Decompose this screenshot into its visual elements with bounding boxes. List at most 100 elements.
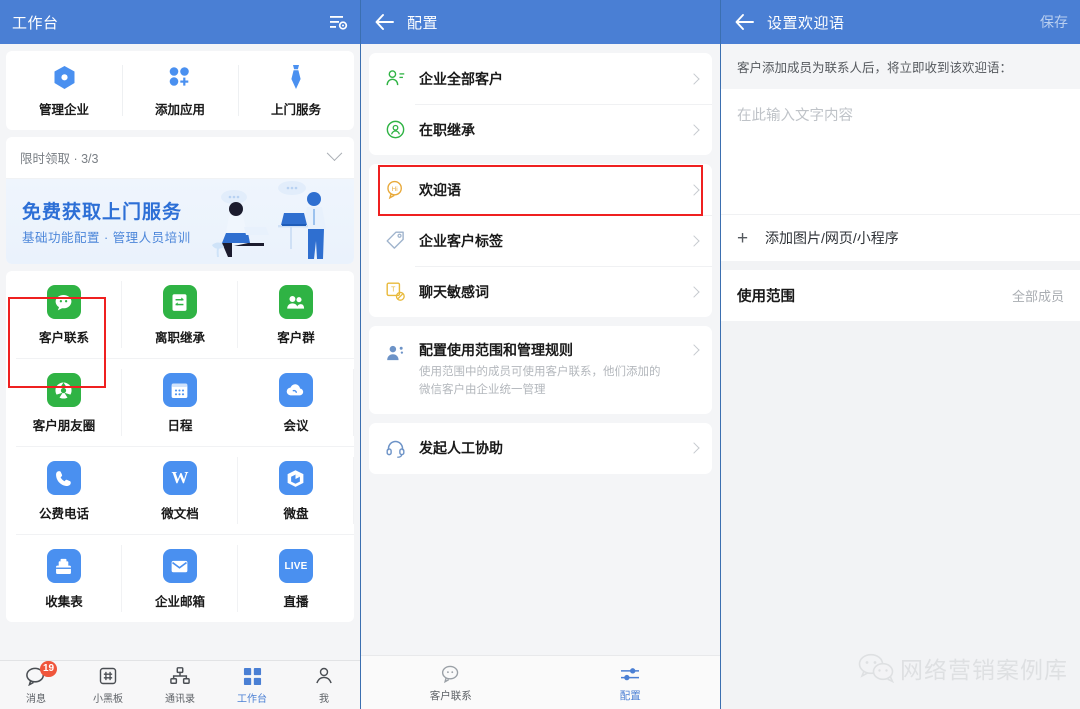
config-group-1: 企业全部客户 在职继承 [369, 53, 712, 155]
quick-action-label: 上门服务 [270, 103, 321, 117]
panel-workbench: 工作台 管理企业 添加应用 上门服务 限时领取 · 3/3 免费获取上门服务 基… [0, 0, 360, 709]
hi-bubble-icon: Hi [383, 178, 407, 202]
limited-offer-row[interactable]: 限时领取 · 3/3 [6, 137, 354, 178]
add-media-button[interactable]: + 添加图片/网页/小程序 [721, 214, 1080, 261]
app-tile-schedule[interactable]: 日程 [122, 359, 238, 446]
chevron-down-icon[interactable] [326, 145, 343, 162]
tab-blackboard[interactable]: 小黑板 [72, 665, 144, 705]
tab-label: 配置 [619, 689, 641, 702]
limited-offer-label: 限时领取 · 3/3 [20, 152, 99, 166]
arrow-left-icon[interactable] [733, 11, 755, 33]
quick-action-manage-company[interactable]: 管理企业 [6, 51, 122, 130]
tab-customer-contact[interactable]: 客户联系 [361, 663, 541, 703]
config-group-4: 发起人工协助 [369, 422, 712, 474]
welcome-message-placeholder: 在此输入文字内容 [737, 108, 853, 124]
blackboard-hash-icon [72, 665, 144, 687]
app-tile-customer-contact[interactable]: 客户联系 [6, 271, 122, 358]
app-tile-resign-inherit[interactable]: 离职继承 [122, 271, 238, 358]
promo-banner-title: 免费获取上门服务 [22, 202, 183, 223]
phone-icon [46, 461, 81, 495]
app-tile-label: 收集表 [45, 595, 83, 609]
app-tile-corporate-mail[interactable]: 企业邮箱 [122, 535, 238, 622]
save-button[interactable]: 保存 [1040, 12, 1068, 32]
config-row-scope-rules[interactable]: 配置使用范围和管理规则 使用范围中的成员可使用客户联系，他们添加的微信客户由企业… [369, 326, 712, 414]
usage-scope-row[interactable]: 使用范围 全部成员 [721, 270, 1080, 321]
config-row-all-customers[interactable]: 企业全部客户 [369, 53, 712, 104]
promo-banner[interactable]: 免费获取上门服务 基础功能配置 · 管理人员培训 [6, 178, 354, 264]
apps-grid: 客户联系 离职继承 客户群 客户朋友圈 日程 会议 公费电话 W 微文档 微盘 … [6, 271, 354, 622]
page-title: 工作台 [12, 14, 59, 32]
add-app-dots-icon [122, 64, 238, 90]
tab-contacts[interactable]: 通讯录 [144, 665, 216, 705]
svg-text:T: T [391, 287, 396, 294]
app-tile-label: 企业邮箱 [154, 595, 205, 609]
config-row-label: 在职继承 [419, 121, 475, 138]
app-tile-meeting[interactable]: 会议 [238, 359, 354, 446]
app-tile-public-phone[interactable]: 公费电话 [6, 447, 122, 534]
quick-action-label: 管理企业 [38, 103, 89, 117]
config-row-inherit-active[interactable]: 在职继承 [369, 104, 712, 155]
promo-banner-subtitle: 基础功能配置 · 管理人员培训 [22, 231, 191, 245]
promo-illustration [212, 181, 326, 259]
collect-form-icon [46, 549, 81, 583]
grid-squares-icon [216, 665, 288, 687]
welcome-appbar: 设置欢迎语 保存 [721, 0, 1080, 44]
quick-action-label: 添加应用 [154, 103, 205, 117]
config-tabbar: 客户联系 配置 [361, 655, 720, 709]
welcome-hint-text: 客户添加成员为联系人后，将立即收到该欢迎语： [721, 44, 1080, 89]
chevron-right-icon [688, 285, 700, 298]
watermark: 网络营销案例库 [856, 651, 1068, 685]
tab-config[interactable]: 配置 [541, 663, 721, 703]
tab-label: 消息 [26, 694, 46, 705]
arrow-left-icon[interactable] [373, 11, 395, 33]
app-tile-customer-moments[interactable]: 客户朋友圈 [6, 359, 122, 446]
app-tile-label: 会议 [283, 419, 309, 433]
app-tile-label: 客户群 [277, 331, 315, 345]
config-row-customer-tags[interactable]: 企业客户标签 [369, 215, 712, 266]
app-tile-label: 日程 [167, 419, 193, 433]
welcome-message-input[interactable]: 在此输入文字内容 [721, 89, 1080, 214]
org-tree-icon [144, 665, 216, 687]
chevron-right-icon [688, 123, 700, 136]
panel-config: 配置 企业全部客户 在职继承 Hi 欢迎语 企业客户标签 T 聊天敏感词 配置使… [360, 0, 720, 709]
camera-shutter-icon [46, 373, 81, 407]
add-media-label: 添加图片/网页/小程序 [765, 230, 899, 246]
hexagon-gear-icon [6, 64, 122, 90]
app-tile-live[interactable]: LIVE 直播 [238, 535, 354, 622]
config-appbar: 配置 [361, 0, 720, 44]
tab-label: 我 [319, 694, 329, 705]
app-tile-label: 直播 [283, 595, 309, 609]
config-group-3: 配置使用范围和管理规则 使用范围中的成员可使用客户联系，他们添加的微信客户由企业… [369, 326, 712, 414]
app-tile-collect-form[interactable]: 收集表 [6, 535, 122, 622]
wechat-logo-icon [858, 653, 895, 683]
customer-list-icon [383, 67, 407, 91]
tab-label: 工作台 [237, 694, 267, 705]
quick-action-add-app[interactable]: 添加应用 [122, 51, 238, 130]
app-tile-label: 公费电话 [38, 507, 89, 521]
app-tile-wedrive[interactable]: 微盘 [238, 447, 354, 534]
tab-label: 小黑板 [93, 694, 123, 705]
config-row-welcome-message[interactable]: Hi 欢迎语 [369, 164, 712, 215]
word-doc-icon: W [162, 461, 197, 495]
app-tile-wedoc[interactable]: W 微文档 [122, 447, 238, 534]
chevron-right-icon [688, 72, 700, 85]
config-row-human-support[interactable]: 发起人工协助 [369, 423, 712, 474]
app-tile-customer-group[interactable]: 客户群 [238, 271, 354, 358]
app-tile-label: 客户联系 [38, 331, 89, 345]
tab-messages[interactable]: 19 消息 [0, 661, 72, 705]
quick-actions-card: 管理企业 添加应用 上门服务 [6, 51, 354, 130]
list-settings-icon[interactable] [328, 12, 348, 32]
transfer-icon [162, 285, 197, 319]
wechat-bubble-icon [46, 285, 81, 319]
app-tile-label: 客户朋友圈 [32, 419, 96, 433]
tab-workbench[interactable]: 工作台 [216, 665, 288, 705]
tab-me[interactable]: 我 [288, 665, 360, 705]
three-panel-screenshot: 工作台 管理企业 添加应用 上门服务 限时领取 · 3/3 免费获取上门服务 基… [0, 0, 1080, 709]
config-row-sensitive-words[interactable]: T 聊天敏感词 [369, 266, 712, 317]
usage-scope-value: 全部成员 [1011, 289, 1064, 304]
apps-grid-card: 客户联系 离职继承 客户群 客户朋友圈 日程 会议 公费电话 W 微文档 微盘 … [6, 271, 354, 622]
inherit-circle-icon [383, 118, 407, 142]
quick-action-onsite-service[interactable]: 上门服务 [238, 51, 354, 130]
headset-support-icon [383, 436, 407, 460]
svg-text:Hi: Hi [391, 186, 397, 193]
